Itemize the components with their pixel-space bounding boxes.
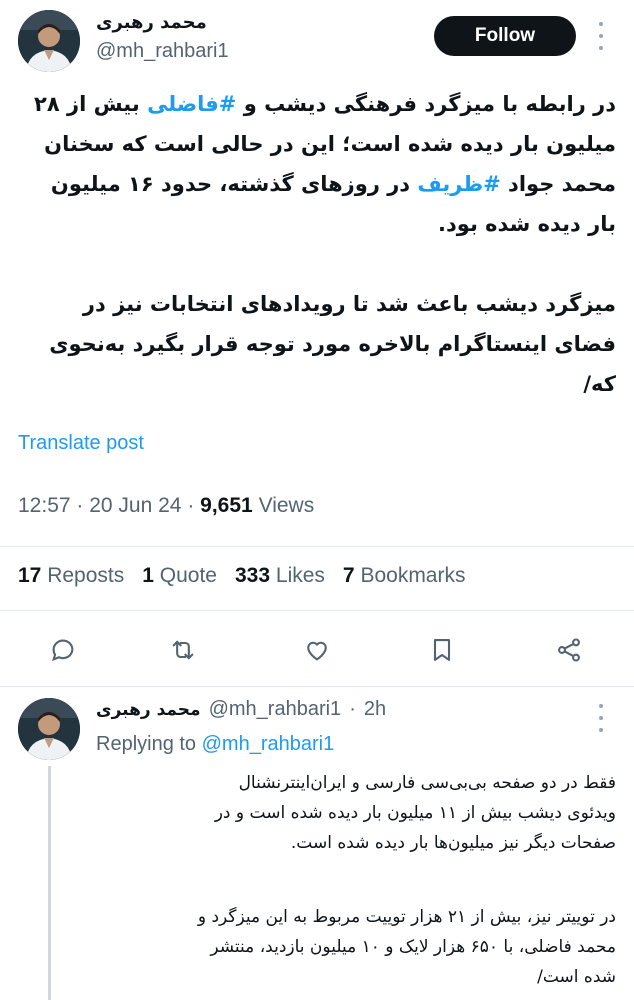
bookmarks-label: Bookmarks — [360, 564, 466, 587]
bookmarks-stat[interactable]: 7 Bookmarks — [343, 564, 466, 588]
tweet-text-line: بار دیده شده بود. — [438, 212, 616, 236]
tweet-stats: 17 Reposts 1 Quote 333 Likes 7 Bookmarks — [18, 564, 465, 588]
author-handle[interactable]: @mh_rahbari1 — [96, 40, 229, 63]
reply-text-line: در توییتر نیز، بیش از ۲۱ هزار توییت مربو… — [197, 907, 616, 927]
divider — [0, 546, 634, 547]
share-icon[interactable] — [549, 630, 589, 670]
hashtag-link[interactable]: #ظریف — [417, 172, 500, 196]
replying-prefix: Replying to — [96, 733, 197, 755]
views-label: Views — [258, 494, 315, 517]
reply-text-line: صفحات دیگر نیز میلیون‌ها بار دیده شده اس… — [290, 833, 616, 853]
author-name[interactable]: محمد رهبری — [96, 12, 426, 33]
tweet-text-segment: در روزهای گذشته، حدود ۱۶ میلیون — [50, 172, 418, 196]
reply-age[interactable]: 2h — [364, 698, 386, 721]
likes-stat[interactable]: 333 Likes — [235, 564, 325, 588]
tweet-text-segment: در رابطه با میزگرد فرهنگی دیشب و — [236, 92, 616, 116]
reply-author-handle[interactable]: @mh_rahbari1 — [209, 698, 342, 721]
reposts-count: 17 — [18, 564, 42, 587]
tweet-text-line: که/ — [583, 372, 616, 396]
reposts-label: Reposts — [47, 564, 125, 587]
translate-post-link[interactable]: Translate post — [18, 432, 144, 455]
more-icon[interactable] — [594, 22, 608, 50]
reply-text-line: شده است/ — [537, 967, 616, 987]
likes-count: 333 — [235, 564, 271, 587]
quotes-count: 1 — [142, 564, 154, 587]
bookmark-icon[interactable] — [422, 630, 462, 670]
tweet-time[interactable]: 12:57 — [18, 494, 71, 517]
views-count: 9,651 — [200, 494, 253, 517]
tweet-text-segment: محمد جواد — [500, 172, 616, 196]
tweet-date[interactable]: 20 Jun 24 — [89, 494, 181, 517]
divider — [0, 610, 634, 611]
bookmarks-count: 7 — [342, 564, 355, 587]
repost-icon[interactable] — [163, 630, 203, 670]
reply-text-line: فقط در دو صفحه بی‌بی‌سی فارسی و ایران‌ای… — [238, 773, 616, 793]
tweet-text-line: میلیون بار دیده شده است؛ این در حالی است… — [44, 132, 616, 156]
quotes-label: Quote — [159, 564, 217, 587]
more-icon[interactable] — [594, 704, 608, 732]
likes-label: Likes — [275, 564, 325, 587]
reply-author-avatar[interactable] — [18, 698, 80, 760]
reply-author-name[interactable]: محمد رهبری — [96, 700, 201, 720]
reply-separator: · — [349, 698, 356, 720]
reposts-stat[interactable]: 17 Reposts — [18, 564, 124, 588]
replying-handle-link[interactable]: @mh_rahbari1 — [202, 733, 335, 755]
reply-text-line: محمد فاضلی، با ۶۵۰ هزار لایک و ۱۰ میلیون… — [210, 937, 616, 957]
tweet-text-line: فضای اینستاگرام بالاخره مورد توجه قرار ب… — [49, 332, 616, 356]
tweet-text-line: میزگرد دیشب باعث شد تا رویدادهای انتخابا… — [82, 292, 616, 316]
tweet-text: در رابطه با میزگرد فرهنگی دیشب و #فاضلی … — [18, 84, 616, 404]
quotes-stat[interactable]: 1 Quote — [142, 564, 217, 588]
reply-text-line: ویدئوی دیشب بیش از ۱۱ میلیون بار دیده شد… — [214, 803, 616, 823]
like-icon[interactable] — [297, 630, 337, 670]
replying-to: Replying to @mh_rahbari1 — [96, 733, 334, 756]
thread-line — [48, 766, 51, 1000]
reply-icon[interactable] — [43, 630, 83, 670]
tweet-meta: 12:57 · 20 Jun 24 · 9,651 Views — [18, 494, 315, 517]
hashtag-link[interactable]: #فاضلی — [147, 92, 236, 116]
reply-text: فقط در دو صفحه بی‌بی‌سی فارسی و ایران‌ای… — [96, 768, 616, 992]
follow-button[interactable]: Follow — [434, 16, 576, 56]
divider — [0, 686, 634, 687]
tweet-text-segment: بیش از ۲۸ — [34, 92, 148, 116]
reply-header: محمد رهبری @mh_rahbari1 · 2h — [96, 698, 386, 721]
author-avatar[interactable] — [18, 10, 80, 72]
action-bar — [0, 630, 634, 670]
